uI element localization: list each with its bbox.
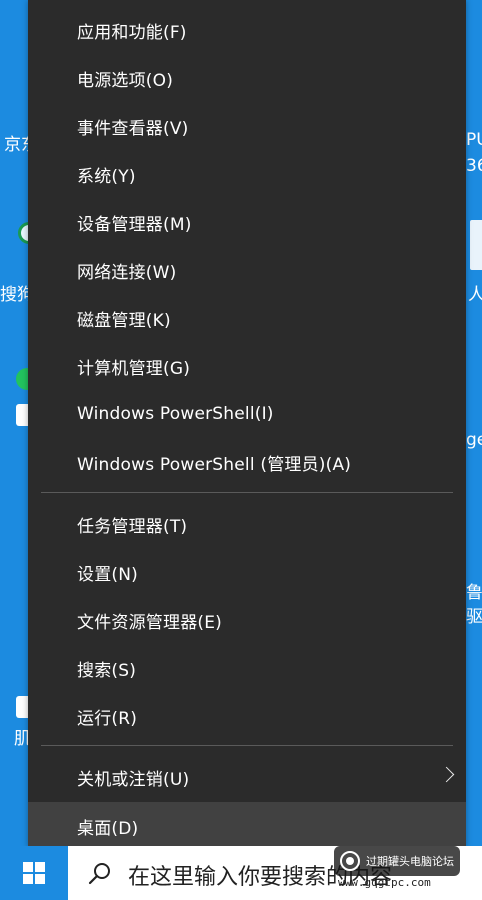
menu-item-label: 文件资源管理器(E) [77,612,223,633]
menu-item-settings[interactable]: 设置(N) [28,548,466,596]
winx-context-menu: 应用和功能(F) 电源选项(O) 事件查看器(V) 系统(Y) 设备管理器(M)… [28,0,466,850]
menu-item-label: 电源选项(O) [77,70,174,91]
menu-item-label: 设置(N) [77,564,138,585]
menu-item-network-connections[interactable]: 网络连接(W) [28,246,466,294]
menu-item-label: 设备管理器(M) [77,214,192,235]
menu-item-label: 运行(R) [77,708,138,729]
menu-item-system[interactable]: 系统(Y) [28,150,466,198]
menu-item-label: 事件查看器(V) [77,118,189,139]
menu-separator [41,492,453,493]
desktop-icon-label[interactable]: 36 [466,156,482,176]
chevron-right-icon [438,766,455,783]
menu-item-event-viewer[interactable]: 事件查看器(V) [28,102,466,150]
menu-item-disk-management[interactable]: 磁盘管理(K) [28,294,466,342]
menu-item-label: 搜索(S) [77,660,137,681]
menu-item-label: Windows PowerShell(I) [77,404,274,424]
menu-item-desktop[interactable]: 桌面(D) [28,802,466,850]
menu-item-search[interactable]: 搜索(S) [28,644,466,692]
menu-item-computer-management[interactable]: 计算机管理(G) [28,342,466,390]
desktop-icon-label[interactable]: PU [466,130,482,150]
menu-item-powershell-admin[interactable]: Windows PowerShell (管理员)(A) [28,438,466,486]
start-button[interactable] [0,846,68,900]
menu-item-shutdown-signout[interactable]: 关机或注销(U) [28,753,466,801]
desktop-icon-label[interactable]: 驱炉 [466,602,482,627]
menu-item-label: Windows PowerShell (管理员)(A) [77,454,352,475]
menu-item-device-manager[interactable]: 设备管理器(M) [28,198,466,246]
menu-item-label: 网络连接(W) [77,262,177,283]
watermark-logo-icon [340,851,360,871]
menu-item-apps-features[interactable]: 应用和功能(F) [28,6,466,54]
app-icon[interactable] [470,220,482,270]
watermark-text: 过期罐头电脑论坛 [366,855,454,868]
menu-item-run[interactable]: 运行(R) [28,692,466,740]
desktop-icon-label[interactable]: 鲁大 [466,578,482,603]
watermark-url: www.gqgtpc.com [338,876,431,889]
desktop-icon-label[interactable]: ge [466,430,482,450]
windows-logo-icon [23,862,45,884]
desktop-icon-label[interactable]: 人 [468,280,482,305]
menu-item-file-explorer[interactable]: 文件资源管理器(E) [28,596,466,644]
menu-item-label: 任务管理器(T) [77,516,188,537]
menu-separator [41,745,453,746]
watermark-badge: 过期罐头电脑论坛 [334,846,460,876]
menu-item-task-manager[interactable]: 任务管理器(T) [28,500,466,548]
menu-item-powershell[interactable]: Windows PowerShell(I) [28,390,466,438]
menu-item-power-options[interactable]: 电源选项(O) [28,54,466,102]
menu-item-label: 关机或注销(U) [77,769,190,790]
menu-item-label: 系统(Y) [77,166,136,187]
menu-item-label: 计算机管理(G) [77,358,191,379]
menu-item-label: 桌面(D) [77,818,139,839]
menu-item-label: 磁盘管理(K) [77,310,171,331]
menu-item-label: 应用和功能(F) [77,22,187,43]
search-icon [88,863,110,885]
